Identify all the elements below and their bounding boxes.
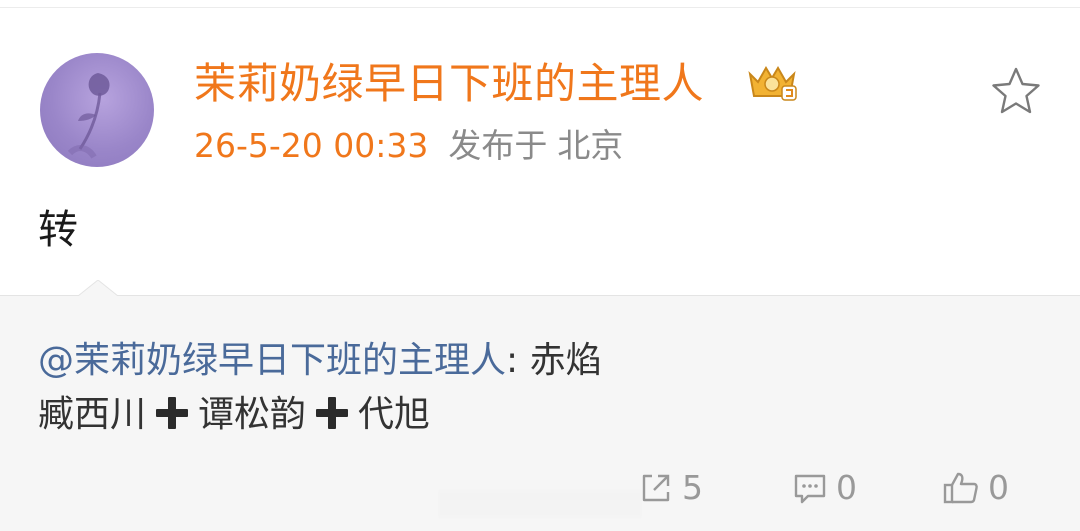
repost-mention[interactable]: @茉莉奶绿早日下班的主理人 — [38, 340, 506, 381]
repost-button[interactable]: 5 — [638, 466, 703, 510]
like-count: 0 — [988, 468, 1009, 507]
repost-count: 5 — [682, 468, 703, 507]
post-meta: 26-5-20 00:33 发布于 北京 — [194, 126, 623, 166]
repost-text: @茉莉奶绿早日下班的主理人: 赤焰 臧西川 谭松韵 代旭 — [38, 334, 1038, 442]
post-text: 转 — [38, 207, 78, 253]
comment-count: 0 — [836, 468, 857, 507]
rose-silhouette-icon — [67, 73, 110, 159]
location-prefix: 发布于 — [448, 126, 548, 165]
repost-line1-text: 赤焰 — [529, 340, 602, 381]
repost-name-1: 臧西川 — [38, 394, 147, 435]
star-outline-icon[interactable] — [990, 66, 1042, 116]
scroll-indicator — [440, 490, 640, 518]
like-button[interactable]: 0 — [942, 466, 1009, 510]
post-timestamp: 26-5-20 00:33 — [194, 126, 429, 165]
share-arrow-icon — [642, 474, 670, 502]
thumbs-up-icon — [943, 472, 978, 504]
repost-name-3: 代旭 — [358, 394, 431, 435]
heavy-plus-sign-emoji — [316, 397, 349, 429]
post-location: 北京 — [557, 126, 624, 165]
repost-name-2: 谭松韵 — [198, 394, 307, 435]
repost-separator: : — [506, 340, 530, 381]
repost-notch — [78, 280, 118, 296]
comment-bubble-icon — [794, 474, 826, 504]
heavy-plus-sign-emoji — [156, 397, 189, 429]
author-name[interactable]: 茉莉奶绿早日下班的主理人 — [194, 58, 704, 110]
avatar[interactable] — [40, 53, 154, 167]
vip-crown-badge-icon[interactable] — [744, 60, 800, 104]
comment-button[interactable]: 0 — [792, 466, 857, 510]
